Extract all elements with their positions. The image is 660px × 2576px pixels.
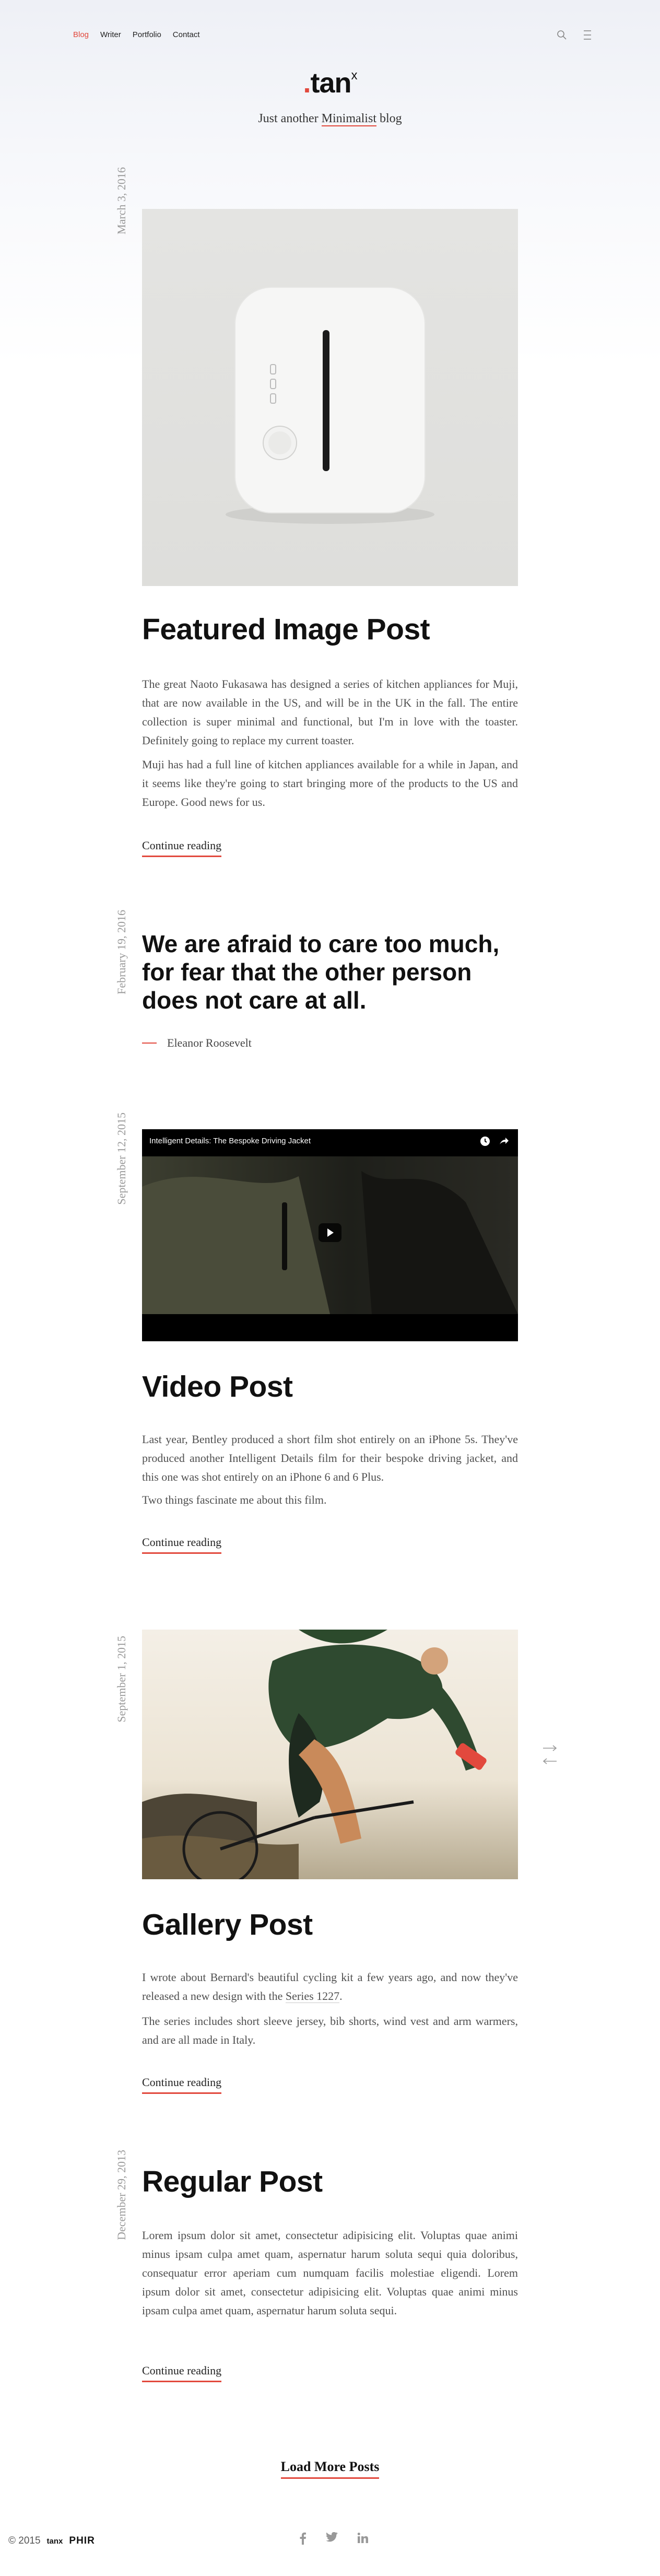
video-title[interactable]: Intelligent Details: The Bespoke Driving… (149, 1137, 311, 1145)
gallery-nav (542, 1744, 558, 1767)
play-icon[interactable] (319, 1223, 341, 1245)
linkedin-icon[interactable] (357, 2532, 369, 2547)
quote-dash (142, 1043, 157, 1044)
post-date: March 3, 2016 (115, 167, 128, 235)
load-more: Load More Posts (0, 2459, 660, 2479)
continue-reading-link[interactable]: Continue reading (142, 839, 222, 857)
post-title[interactable]: Video Post (142, 1369, 518, 1404)
arrow-right-icon[interactable] (542, 1744, 558, 1754)
post-date: September 1, 2015 (115, 1636, 128, 1723)
nav-item-blog[interactable]: Blog (73, 30, 89, 39)
site-tagline: Just another Minimalist blog (258, 112, 402, 126)
nav-item-contact[interactable]: Contact (173, 30, 200, 39)
post-paragraph: Muji has had a full line of kitchen appl… (142, 758, 518, 809)
post-paragraph: The great Naoto Fukasawa has designed a … (142, 677, 518, 747)
search-icon[interactable] (557, 30, 567, 43)
video-player[interactable]: Intelligent Details: The Bespoke Driving… (142, 1129, 518, 1341)
featured-image (142, 209, 518, 586)
post-title[interactable]: Gallery Post (142, 1907, 518, 1942)
site-logo[interactable]: .tanx (0, 67, 660, 99)
quote-author: Eleanor Roosevelt (142, 1036, 252, 1050)
footer-small-logo[interactable]: tanx (47, 2537, 63, 2546)
main-nav: Blog Writer Portfolio Contact (73, 30, 200, 39)
post-paragraph: Lorem ipsum dolor sit amet, consectetur … (142, 2229, 518, 2317)
continue-reading-link[interactable]: Continue reading (142, 1536, 222, 1554)
social-links (299, 2532, 369, 2547)
quote-text: We are afraid to care too much, for fear… (142, 930, 500, 1014)
post-date: December 29, 2013 (115, 2150, 128, 2240)
continue-reading-link[interactable]: Continue reading (142, 2364, 222, 2382)
post-paragraph: The series includes short sleeve jersey,… (142, 2015, 518, 2046)
post-date: February 19, 2016 (115, 910, 128, 994)
clock-icon[interactable] (479, 1135, 491, 1150)
footer-copyright: © 2015 tanx PHIR (8, 2535, 95, 2547)
continue-reading-link[interactable]: Continue reading (142, 2076, 222, 2094)
footer-brand[interactable]: PHIR (69, 2535, 95, 2547)
nav-item-portfolio[interactable]: Portfolio (133, 30, 161, 39)
post-paragraph: Two things fascinate me about this film. (142, 1493, 327, 1506)
header-icons (557, 29, 592, 43)
arrow-left-icon[interactable] (542, 1758, 558, 1767)
post-paragraph: I wrote about Bernard's beautiful cyclin… (142, 1971, 518, 2003)
gallery-image[interactable] (142, 1630, 518, 1879)
nav-item-writer[interactable]: Writer (100, 30, 121, 39)
post-title[interactable]: Featured Image Post (142, 612, 518, 647)
twitter-icon[interactable] (326, 2532, 338, 2547)
post-paragraph: Last year, Bentley produced a short film… (142, 1433, 518, 1483)
load-more-button[interactable]: Load More Posts (280, 2459, 380, 2479)
series-1227-link[interactable]: Series 1227 (285, 1989, 340, 2003)
menu-icon[interactable] (583, 29, 592, 43)
post-date: September 12, 2015 (115, 1113, 128, 1205)
facebook-icon[interactable] (299, 2532, 307, 2547)
share-icon[interactable] (498, 1135, 510, 1150)
post-title[interactable]: Regular Post (142, 2164, 518, 2199)
